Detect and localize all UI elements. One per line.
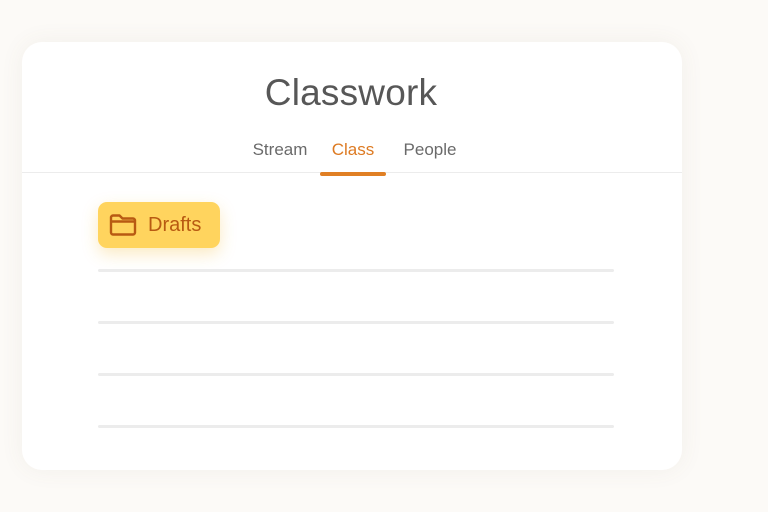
tab-bar: Stream Class People	[22, 138, 682, 174]
list-item-placeholder	[98, 321, 614, 324]
classwork-card: Classwork Stream Class People Drafts	[22, 42, 682, 470]
list-item-placeholder	[98, 425, 614, 428]
active-tab-indicator	[320, 172, 386, 176]
drafts-folder-button[interactable]: Drafts	[98, 202, 220, 248]
tab-stream[interactable]: Stream	[248, 138, 312, 174]
drafts-label: Drafts	[148, 214, 202, 236]
tab-people[interactable]: People	[398, 138, 462, 174]
tab-class[interactable]: Class	[320, 138, 386, 174]
page-title: Classwork	[264, 72, 438, 113]
list-item-placeholder	[98, 373, 614, 376]
folder-icon	[109, 214, 137, 236]
list-item-placeholder	[98, 269, 614, 272]
